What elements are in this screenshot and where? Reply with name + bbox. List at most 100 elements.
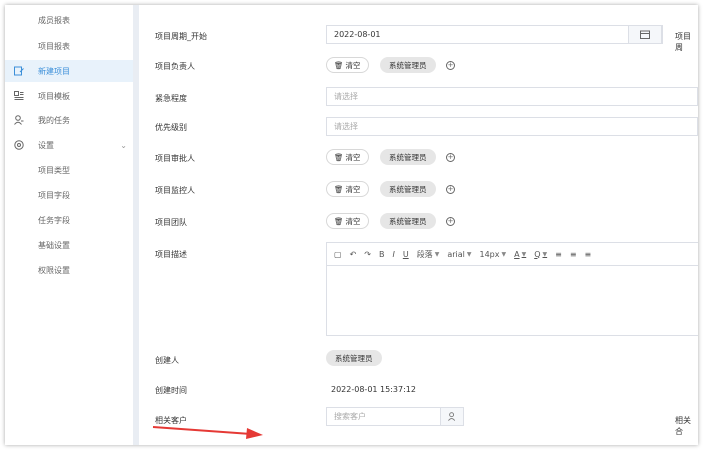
add-owner-icon[interactable]: + bbox=[446, 61, 455, 70]
clear-label: 清空 bbox=[345, 60, 361, 70]
sidebar-item-basic-settings[interactable]: 基础设置 bbox=[5, 234, 133, 256]
font-color-button[interactable]: A ▼ bbox=[514, 250, 526, 259]
sidebar-item-project-report[interactable]: 项目报表 bbox=[5, 35, 133, 57]
user-chip-label: 系统管理员 bbox=[389, 184, 427, 194]
add-team-icon[interactable]: + bbox=[446, 217, 455, 226]
sidebar-item-label: 新建项目 bbox=[38, 66, 70, 76]
app-window: 成员报表 项目报表 新建项目 项目模板 我的任务 设置 ⌄ 项目类型 项目字段 … bbox=[5, 5, 698, 445]
sidebar-item-label: 成员报表 bbox=[38, 15, 70, 25]
chevron-down-icon: ▼ bbox=[466, 250, 472, 258]
urgency-label: 紧急程度 bbox=[155, 94, 187, 103]
new-project-icon bbox=[14, 66, 24, 76]
trash-icon: 🗑 bbox=[334, 184, 344, 194]
sidebar-item-label: 项目字段 bbox=[38, 190, 70, 200]
chevron-down-icon: ▼ bbox=[542, 250, 548, 258]
align-left-icon[interactable]: ≡ bbox=[555, 250, 562, 259]
description-editor[interactable]: ▢ ↶ ↷ B I U 段落 ▼ arial ▼ 14px ▼ A ▼ Q ▼ ≡ ≡ ≡ bbox=[326, 242, 698, 336]
customer-search-input[interactable]: 搜索客户 bbox=[326, 407, 464, 426]
bold-button[interactable]: B bbox=[379, 250, 385, 259]
source-icon[interactable]: ▢ bbox=[334, 250, 342, 259]
owner-label: 项目负责人 bbox=[155, 62, 195, 71]
add-approver-icon[interactable]: + bbox=[446, 153, 455, 162]
clear-label: 清空 bbox=[345, 152, 361, 162]
bg-color-label: Q bbox=[534, 249, 541, 259]
font-color-label: A bbox=[514, 249, 520, 259]
start-date-label: 项目周期_开始 bbox=[155, 32, 207, 41]
start-date-value: 2022-08-01 bbox=[334, 30, 381, 39]
owner-clear-button[interactable]: 🗑 清空 bbox=[326, 57, 369, 73]
italic-button[interactable]: I bbox=[392, 250, 394, 259]
chevron-down-icon: ▼ bbox=[434, 250, 440, 258]
creator-value: 系统管理员 bbox=[335, 353, 373, 363]
undo-icon[interactable]: ↶ bbox=[350, 250, 357, 259]
owner-user-chip[interactable]: 系统管理员 bbox=[380, 57, 436, 73]
chevron-down-icon: ▼ bbox=[501, 250, 507, 258]
priority-placeholder: 请选择 bbox=[334, 122, 358, 131]
sidebar-item-project-field[interactable]: 项目字段 bbox=[5, 184, 133, 206]
clear-label: 清空 bbox=[345, 184, 361, 194]
size-label: 14px bbox=[479, 249, 500, 259]
sidebar-item-my-tasks[interactable]: 我的任务 bbox=[5, 109, 133, 131]
align-right-icon[interactable]: ≡ bbox=[585, 250, 592, 259]
size-select[interactable]: 14px ▼ bbox=[479, 250, 506, 259]
sidebar-item-label: 基础设置 bbox=[38, 240, 70, 250]
trash-icon: 🗑 bbox=[334, 60, 344, 70]
monitor-label: 项目监控人 bbox=[155, 186, 195, 195]
paragraph-select[interactable]: 段落 ▼ bbox=[417, 249, 440, 260]
sidebar-item-label: 权限设置 bbox=[38, 265, 70, 275]
user-chip-label: 系统管理员 bbox=[389, 60, 427, 70]
urgency-select[interactable]: 请选择 bbox=[326, 87, 698, 106]
team-label: 项目团队 bbox=[155, 218, 187, 227]
sidebar-item-permission-settings[interactable]: 权限设置 bbox=[5, 259, 133, 281]
approver-label: 项目审批人 bbox=[155, 154, 195, 163]
editor-toolbar: ▢ ↶ ↷ B I U 段落 ▼ arial ▼ 14px ▼ A ▼ Q ▼ ≡ ≡ ≡ bbox=[327, 243, 698, 266]
new-project-form: 项目周期_开始 2022-08-01 项目周 项目负责人 🗑 清空 系统管理员 +… bbox=[139, 5, 698, 445]
underline-button[interactable]: U bbox=[403, 250, 409, 259]
creator-label: 创建人 bbox=[155, 356, 179, 365]
start-date-input[interactable]: 2022-08-01 bbox=[326, 25, 663, 44]
description-label: 项目描述 bbox=[155, 250, 187, 259]
font-label: arial bbox=[447, 249, 465, 259]
add-monitor-icon[interactable]: + bbox=[446, 185, 455, 194]
sidebar-item-new-project[interactable]: 新建项目 bbox=[5, 60, 133, 82]
team-clear-button[interactable]: 🗑 清空 bbox=[326, 213, 369, 229]
sidebar-item-task-field[interactable]: 任务字段 bbox=[5, 209, 133, 231]
chevron-down-icon: ▼ bbox=[521, 250, 527, 258]
approver-user-chip[interactable]: 系统管理员 bbox=[380, 149, 436, 165]
sidebar-item-project-template[interactable]: 项目模板 bbox=[5, 85, 133, 107]
italic-label: I bbox=[392, 249, 395, 259]
calendar-icon[interactable] bbox=[628, 25, 662, 44]
align-center-icon[interactable]: ≡ bbox=[570, 250, 577, 259]
user-search-icon[interactable] bbox=[440, 407, 464, 426]
sidebar-item-label: 项目模板 bbox=[38, 91, 70, 101]
sidebar-item-member-report[interactable]: 成员报表 bbox=[5, 9, 133, 31]
sidebar-item-label: 我的任务 bbox=[38, 115, 70, 125]
priority-label: 优先级别 bbox=[155, 123, 187, 132]
approver-clear-button[interactable]: 🗑 清空 bbox=[326, 149, 369, 165]
annotation-arrow bbox=[152, 426, 263, 439]
sidebar-item-label: 任务字段 bbox=[38, 215, 70, 225]
sidebar-item-label: 设置 bbox=[38, 140, 54, 150]
user-chip-label: 系统管理员 bbox=[389, 216, 427, 226]
user-chip-label: 系统管理员 bbox=[389, 152, 427, 162]
bg-color-button[interactable]: Q ▼ bbox=[534, 250, 547, 259]
created-time-value: 2022-08-01 15:37:12 bbox=[331, 385, 416, 394]
team-user-chip[interactable]: 系统管理员 bbox=[380, 213, 436, 229]
user-task-icon bbox=[14, 115, 24, 125]
creator-chip: 系统管理员 bbox=[326, 350, 382, 366]
monitor-user-chip[interactable]: 系统管理员 bbox=[380, 181, 436, 197]
sidebar-item-project-type[interactable]: 项目类型 bbox=[5, 159, 133, 181]
related-contract-label: 相关合 bbox=[675, 416, 691, 436]
sidebar: 成员报表 项目报表 新建项目 项目模板 我的任务 设置 ⌄ 项目类型 项目字段 … bbox=[5, 5, 133, 445]
created-time-label: 创建时间 bbox=[155, 386, 187, 395]
redo-icon[interactable]: ↷ bbox=[364, 250, 371, 259]
sidebar-item-settings[interactable]: 设置 ⌄ bbox=[5, 134, 133, 156]
priority-select[interactable]: 请选择 bbox=[326, 117, 698, 136]
font-select[interactable]: arial ▼ bbox=[447, 250, 471, 259]
trash-icon: 🗑 bbox=[334, 152, 344, 162]
monitor-clear-button[interactable]: 🗑 清空 bbox=[326, 181, 369, 197]
urgency-placeholder: 请选择 bbox=[334, 92, 358, 101]
customer-placeholder: 搜索客户 bbox=[334, 412, 366, 421]
underline-label: U bbox=[402, 249, 409, 259]
trash-icon: 🗑 bbox=[334, 216, 344, 226]
